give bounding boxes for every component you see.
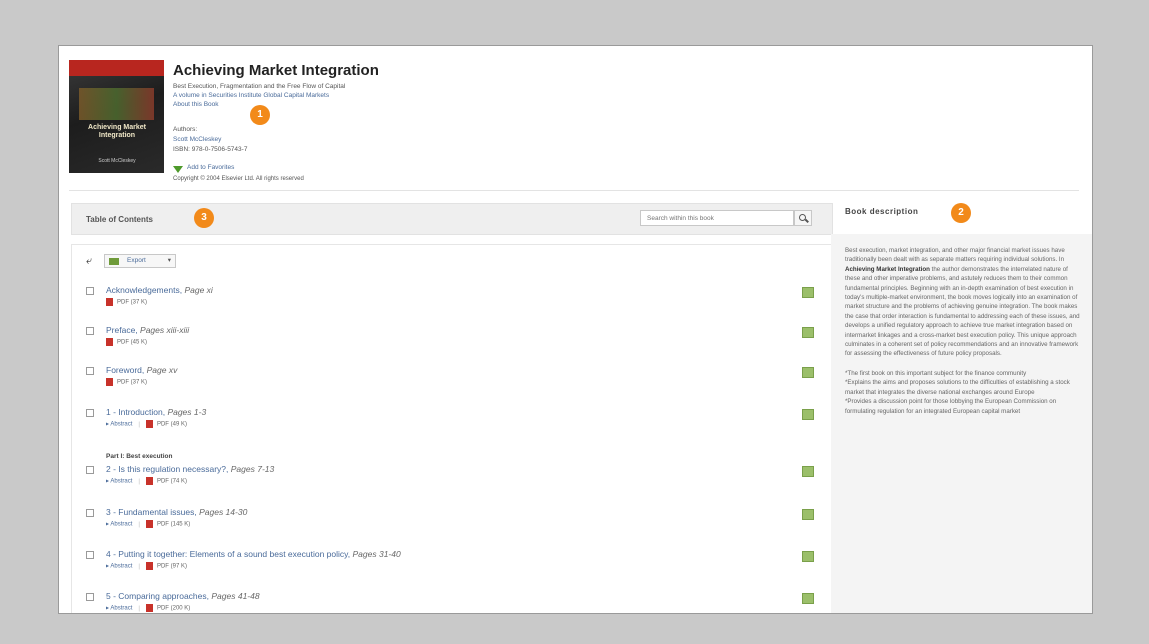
- entry-checkbox[interactable]: [86, 551, 94, 559]
- preview-icon[interactable]: [802, 551, 814, 562]
- description-bullet: *Provides a discussion point for those l…: [845, 398, 1057, 415]
- pdf-link[interactable]: PDF (49 K): [157, 422, 187, 428]
- toc-entry: 2 - Is this regulation necessary?, Pages…: [86, 464, 826, 494]
- entry-checkbox[interactable]: [86, 367, 94, 375]
- entry-checkbox[interactable]: [86, 287, 94, 295]
- pdf-link[interactable]: PDF (200 K): [157, 606, 190, 612]
- pdf-icon: [106, 298, 113, 306]
- preview-icon[interactable]: [802, 509, 814, 520]
- export-icon: [109, 258, 119, 265]
- entry-pages: Pages xiii-xiii: [140, 325, 190, 335]
- pdf-link[interactable]: PDF (45 K): [117, 340, 147, 346]
- pdf-icon: [106, 378, 113, 386]
- abstract-link[interactable]: Abstract: [110, 479, 132, 485]
- preview-icon[interactable]: [802, 327, 814, 338]
- add-to-favorites-link[interactable]: Add to Favorites: [187, 164, 234, 171]
- entry-pages: Pages 7-13: [230, 464, 275, 474]
- entry-checkbox[interactable]: [86, 466, 94, 474]
- book-page-window: Achieving Market Integration Scott McCle…: [58, 45, 1093, 614]
- entry-title-link[interactable]: Foreword,: [106, 365, 144, 375]
- book-description-text: Best execution, market integration, and …: [845, 247, 1080, 415]
- entry-pages: Page xi: [184, 285, 213, 295]
- toc-entry: 5 - Comparing approaches, Pages 41-48 ▸ …: [86, 591, 826, 613]
- pdf-icon: [106, 338, 113, 346]
- pdf-icon: [145, 562, 153, 570]
- preview-icon[interactable]: [802, 367, 814, 378]
- entry-title-link[interactable]: 5 - Comparing approaches,: [106, 591, 209, 601]
- search-within-book-input[interactable]: [640, 210, 794, 226]
- preview-icon[interactable]: [802, 593, 814, 604]
- callout-badge-3: 3: [194, 208, 214, 228]
- callout-badge-1: 1: [250, 105, 270, 125]
- description-bullet: *Explains the aims and proposes solution…: [845, 379, 1070, 396]
- toc-header-bar: Table of Contents 3: [71, 203, 833, 235]
- authors-label: Authors:: [173, 126, 198, 133]
- cover-title: Achieving Market Integration: [88, 124, 146, 139]
- about-book-link[interactable]: About this Book: [173, 101, 219, 108]
- isbn-text: ISBN: 978-0-7506-5743-7: [173, 146, 248, 153]
- toc-entry: Preface, Pages xiii-xiii PDF (45 K): [86, 325, 826, 355]
- entry-pages: Pages 31-40: [352, 549, 401, 559]
- entry-title-link[interactable]: 4 - Putting it together: Elements of a s…: [106, 549, 350, 559]
- pdf-icon: [145, 420, 153, 428]
- entry-title-link[interactable]: Acknowledgements,: [106, 285, 182, 295]
- preview-icon[interactable]: [802, 466, 814, 477]
- pdf-link[interactable]: PDF (37 K): [117, 380, 147, 386]
- preview-icon[interactable]: [802, 287, 814, 298]
- pdf-link[interactable]: PDF (145 K): [157, 522, 190, 528]
- toc-title: Table of Contents: [86, 215, 153, 224]
- entry-checkbox[interactable]: [86, 409, 94, 417]
- book-subtitle: Best Execution, Fragmentation and the Fr…: [173, 83, 346, 90]
- cover-author: Scott McCleskey: [98, 158, 136, 164]
- book-cover-image: Achieving Market Integration Scott McCle…: [69, 60, 164, 173]
- search-button[interactable]: [794, 210, 812, 226]
- pdf-icon: [145, 477, 153, 485]
- entry-checkbox[interactable]: [86, 593, 94, 601]
- abstract-link[interactable]: Abstract: [110, 422, 132, 428]
- export-label: Export: [127, 257, 146, 264]
- pdf-link[interactable]: PDF (74 K): [157, 479, 187, 485]
- toc-entry: Acknowledgements, Page xi PDF (37 K): [86, 285, 826, 315]
- copyright-text: Copyright © 2004 Elsevier Ltd. All right…: [173, 176, 304, 182]
- abstract-link[interactable]: Abstract: [110, 606, 132, 612]
- toc-entry: Foreword, Page xv PDF (37 K): [86, 365, 826, 395]
- book-description-panel: Best execution, market integration, and …: [831, 234, 1092, 613]
- abstract-link[interactable]: Abstract: [110, 564, 132, 570]
- part-heading: Part I: Best execution: [106, 453, 173, 460]
- entry-checkbox[interactable]: [86, 327, 94, 335]
- abstract-link[interactable]: Abstract: [110, 522, 132, 528]
- entry-title-link[interactable]: Preface,: [106, 325, 138, 335]
- entry-title-link[interactable]: 1 - Introduction,: [106, 407, 165, 417]
- entry-pages: Pages 14-30: [199, 507, 248, 517]
- book-description-heading: Book description: [845, 207, 919, 216]
- entry-pages: Pages 41-48: [211, 591, 260, 601]
- book-series-link[interactable]: A volume in Securities Institute Global …: [173, 92, 329, 99]
- book-title: Achieving Market Integration: [173, 62, 379, 79]
- pdf-icon: [145, 604, 153, 612]
- toc-entry: 1 - Introduction, Pages 1-3 ▸ Abstract | P…: [86, 407, 826, 437]
- chevron-down-icon: ▾: [167, 257, 171, 264]
- toc-panel: ⤶ Export ▾ Acknowledgements, Page xi PDF…: [71, 244, 833, 613]
- toc-entry: 3 - Fundamental issues, Pages 14-30 ▸ Ab…: [86, 507, 826, 537]
- pdf-icon: [145, 520, 153, 528]
- back-arrow-icon[interactable]: ⤶: [86, 255, 92, 268]
- entry-title-link[interactable]: 3 - Fundamental issues,: [106, 507, 197, 517]
- description-bullet: *The first book on this important subjec…: [845, 369, 1027, 377]
- pdf-link[interactable]: PDF (97 K): [157, 564, 187, 570]
- preview-icon[interactable]: [802, 409, 814, 420]
- export-dropdown[interactable]: Export ▾: [104, 254, 176, 268]
- entry-pages: Pages 1-3: [167, 407, 207, 417]
- callout-badge-2: 2: [951, 203, 971, 223]
- entry-pages: Page xv: [146, 365, 178, 375]
- author-link[interactable]: Scott McCleskey: [173, 136, 221, 143]
- pdf-link[interactable]: PDF (37 K): [117, 300, 147, 306]
- toc-entry: 4 - Putting it together: Elements of a s…: [86, 549, 826, 579]
- entry-checkbox[interactable]: [86, 509, 94, 517]
- entry-title-link[interactable]: 2 - Is this regulation necessary?,: [106, 464, 228, 474]
- heart-icon: [173, 166, 183, 173]
- book-header: Achieving Market Integration Scott McCle…: [69, 60, 1079, 191]
